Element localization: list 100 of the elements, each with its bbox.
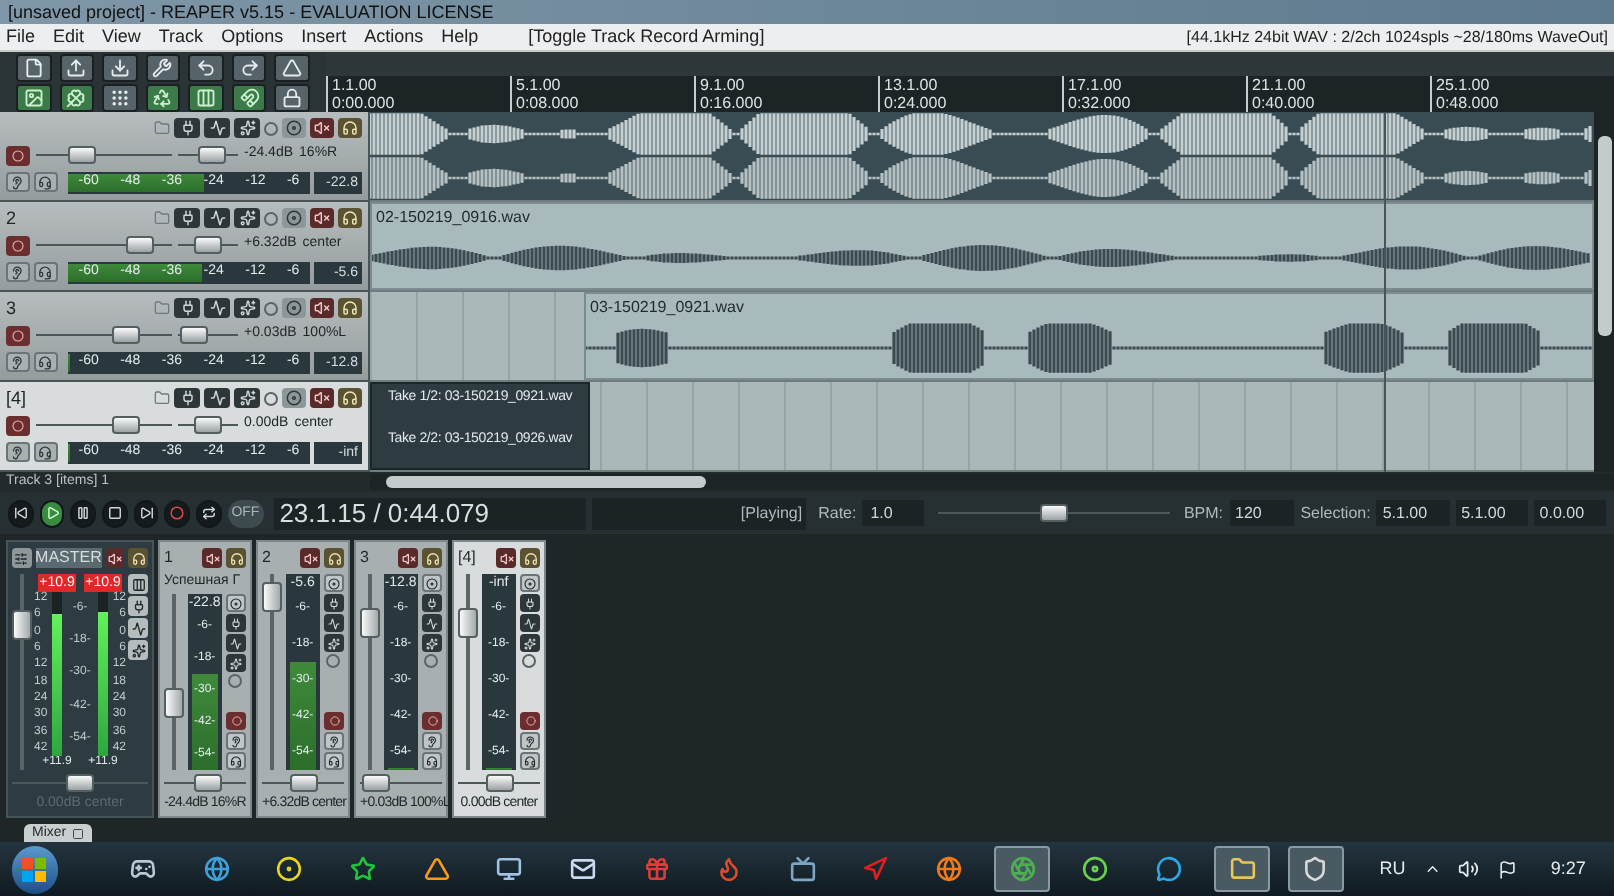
menu-item[interactable]: Edit — [53, 23, 85, 51]
toolbar-button[interactable] — [274, 53, 310, 81]
volume-fader[interactable] — [12, 574, 32, 770]
pan-slider[interactable] — [360, 774, 442, 792]
io-button[interactable] — [324, 594, 344, 612]
monitor-button[interactable] — [6, 442, 30, 462]
volume-fader[interactable] — [262, 574, 282, 770]
monitor-button[interactable] — [6, 262, 30, 282]
routing-button[interactable] — [282, 208, 306, 228]
monitor-button[interactable] — [226, 732, 246, 750]
transport-button[interactable] — [70, 499, 97, 527]
monitor-button[interactable] — [422, 732, 442, 750]
flag-icon[interactable] — [1497, 859, 1517, 879]
slider-thumb[interactable] — [179, 326, 208, 344]
mute-button[interactable] — [105, 548, 125, 568]
io-button[interactable] — [422, 594, 442, 612]
slider-thumb[interactable] — [125, 236, 154, 254]
fader-thumb[interactable] — [262, 582, 282, 613]
record-mode-button[interactable] — [520, 752, 540, 770]
transport-button[interactable] — [133, 499, 159, 527]
record-mode-button[interactable] — [33, 172, 58, 192]
volume-slider[interactable] — [36, 236, 172, 254]
transport-button[interactable] — [102, 499, 128, 527]
phase-button[interactable] — [264, 391, 278, 405]
solo-button[interactable] — [520, 548, 540, 568]
menu-item[interactable]: Options — [221, 23, 284, 51]
scrollbar-thumb[interactable] — [1597, 136, 1611, 336]
volume-icon[interactable] — [1458, 858, 1480, 880]
phase-button[interactable] — [228, 674, 242, 688]
solo-button[interactable] — [128, 548, 148, 568]
fx-button[interactable] — [234, 118, 260, 138]
toolbar-button[interactable] — [231, 83, 267, 111]
slider-thumb[interactable] — [194, 416, 222, 434]
routing-button[interactable] — [282, 388, 306, 408]
volume-fader[interactable] — [164, 594, 184, 770]
phase-button[interactable] — [522, 654, 536, 668]
envelope-button[interactable] — [204, 298, 230, 318]
pan-slider[interactable] — [178, 236, 238, 254]
fx-button[interactable] — [234, 208, 260, 228]
fx-button[interactable] — [234, 298, 260, 318]
menu-item[interactable]: Insert — [301, 23, 347, 51]
menu-item[interactable]: Actions — [364, 23, 424, 51]
clock[interactable]: 9:27 — [1550, 855, 1586, 883]
fx-button[interactable] — [324, 634, 344, 652]
solo-button[interactable] — [338, 118, 362, 138]
mute-button[interactable] — [310, 298, 334, 318]
envelope-button[interactable] — [520, 614, 540, 632]
io-button[interactable] — [520, 594, 540, 612]
record-arm-button[interactable] — [6, 325, 30, 345]
routing-button[interactable] — [282, 118, 306, 138]
fx-button[interactable] — [226, 654, 246, 672]
mono-button[interactable] — [128, 574, 148, 594]
menu-item[interactable]: File — [6, 23, 36, 51]
record-arm-button[interactable] — [6, 235, 30, 255]
fader-thumb[interactable] — [360, 607, 380, 638]
envelope-button[interactable] — [204, 118, 230, 138]
slider-thumb[interactable] — [111, 326, 140, 344]
audio-item[interactable]: 03-150219_0921.wav — [584, 292, 1594, 380]
monitor-button[interactable] — [6, 352, 30, 372]
phase-button[interactable] — [264, 301, 278, 315]
transport-button[interactable] — [196, 499, 222, 527]
toolbar-button[interactable] — [145, 53, 181, 81]
envelope-button[interactable] — [204, 388, 230, 408]
slider-thumb[interactable] — [485, 774, 513, 792]
phase-button[interactable] — [424, 654, 438, 668]
slider-thumb[interactable] — [68, 146, 97, 164]
phase-button[interactable] — [264, 211, 278, 225]
bpm-field[interactable]: 120 — [1229, 500, 1295, 526]
record-arm-button[interactable] — [6, 145, 30, 165]
mute-button[interactable] — [310, 118, 334, 138]
slider-thumb[interactable] — [193, 774, 222, 792]
pan-slider[interactable] — [262, 774, 344, 792]
routing-button[interactable] — [282, 298, 306, 318]
record-mode-button[interactable] — [324, 752, 344, 770]
monitor-button[interactable] — [520, 732, 540, 750]
fader-thumb[interactable] — [12, 610, 32, 641]
mute-button[interactable] — [300, 548, 320, 568]
solo-button[interactable] — [338, 298, 362, 318]
selection-field[interactable]: 5.1.00 — [1376, 500, 1450, 526]
toolbar-button[interactable] — [188, 83, 224, 111]
record-arm-button[interactable] — [226, 712, 246, 730]
record-mode-button[interactable] — [33, 262, 58, 282]
solo-button[interactable] — [338, 208, 362, 228]
io-button[interactable] — [128, 596, 148, 616]
toolbar-button[interactable] — [16, 83, 52, 111]
io-button[interactable] — [226, 614, 246, 632]
taskbar-app[interactable] — [1214, 846, 1271, 892]
strip-menu-button[interactable] — [12, 548, 32, 568]
slider-thumb[interactable] — [289, 774, 317, 792]
fx-button[interactable] — [422, 634, 442, 652]
toolbar-button[interactable] — [102, 53, 138, 81]
toolbar-button[interactable] — [102, 83, 138, 111]
toolbar-button[interactable] — [59, 53, 95, 81]
rate-field[interactable]: 1.0 — [862, 500, 925, 526]
solo-button[interactable] — [324, 548, 344, 568]
monitor-button[interactable] — [324, 732, 344, 750]
record-arm-button[interactable] — [6, 415, 30, 435]
pan-slider[interactable] — [458, 774, 540, 792]
record-arm-button[interactable] — [422, 712, 442, 730]
envelope-button[interactable] — [324, 614, 344, 632]
